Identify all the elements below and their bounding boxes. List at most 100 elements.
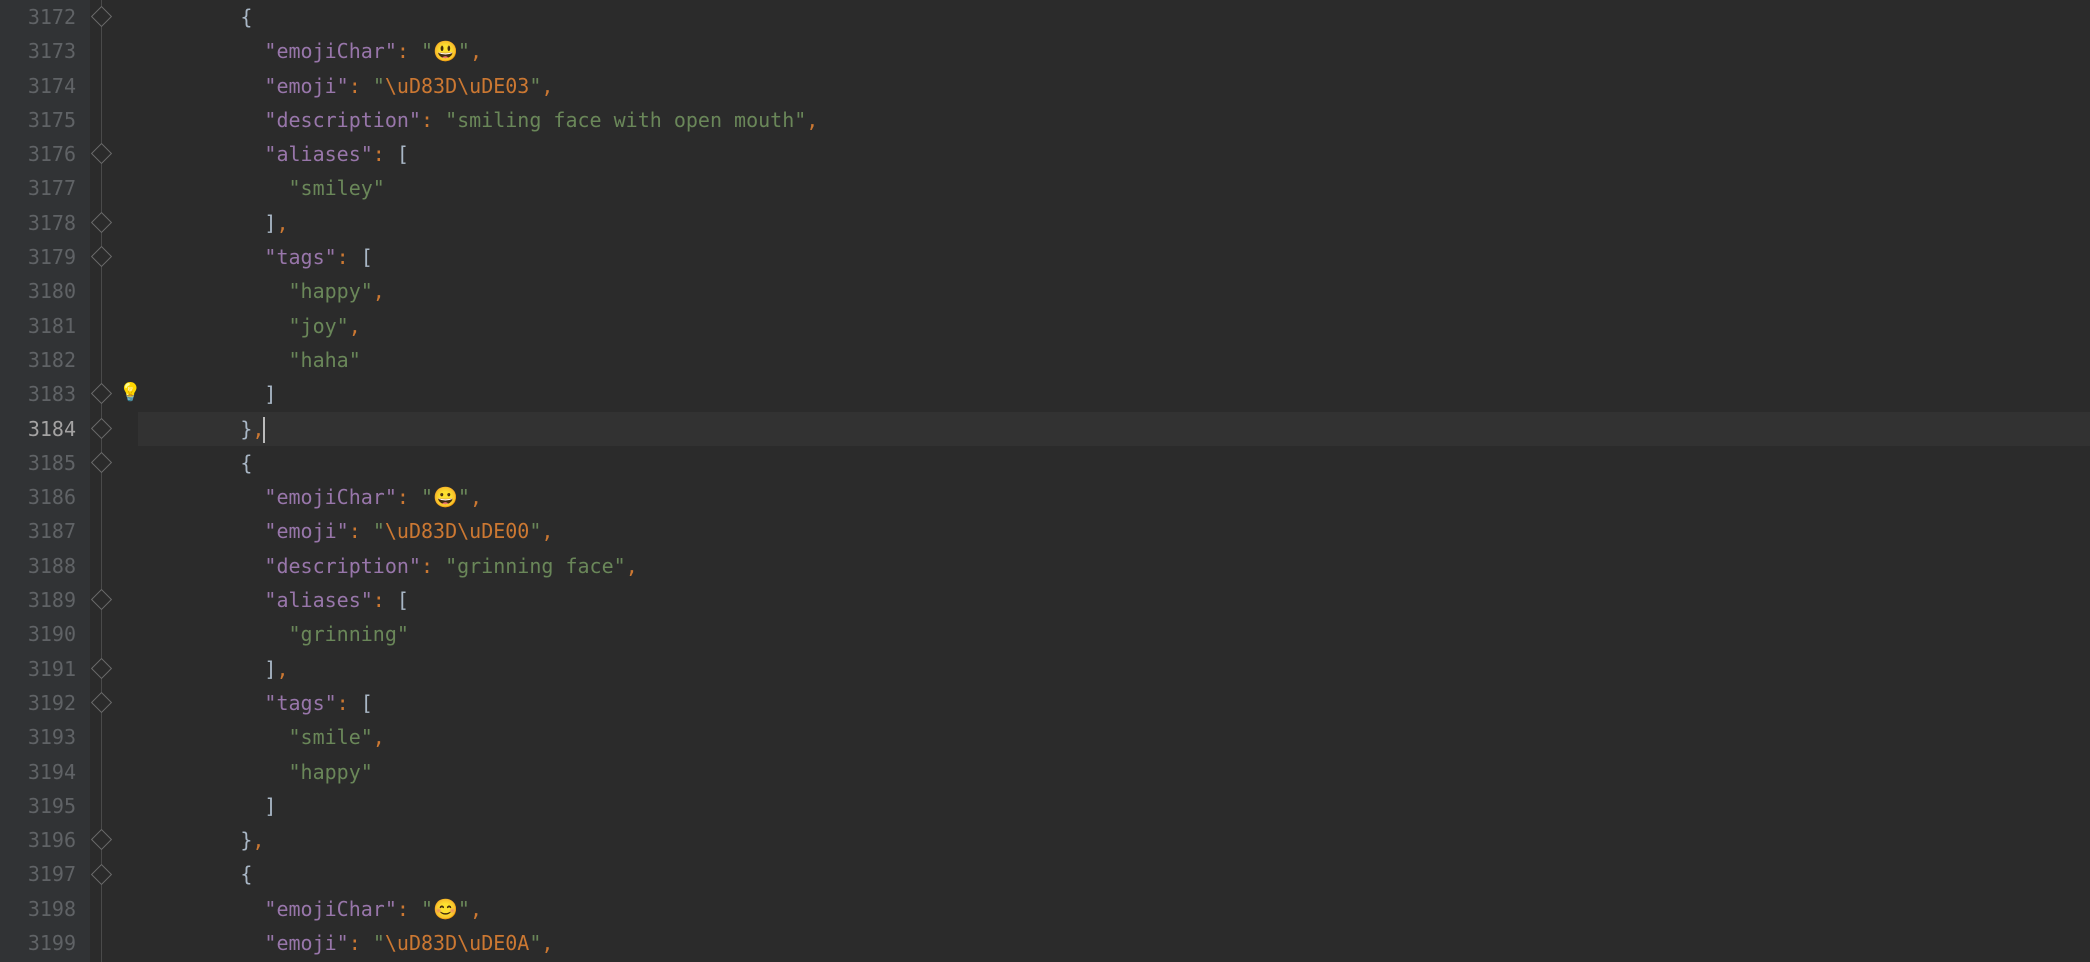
code-line[interactable]: "smiley" [138,171,2090,205]
token-comma: , [541,74,553,98]
fold-toggle-icon[interactable] [91,143,112,164]
token-colon: : [349,74,373,98]
intention-bulb-icon[interactable]: 💡 [119,383,139,403]
line-number: 3187 [0,514,76,548]
code-editor[interactable]: 3172317331743175317631773178317931803181… [0,0,2090,962]
token-comma: , [349,314,361,338]
token-colon: : [373,588,397,612]
token-colon: : [349,931,373,955]
token-brace: } [240,828,252,852]
token-brace: [ [397,142,409,166]
token-colon: : [397,39,421,63]
code-line[interactable]: ] [138,377,2090,411]
line-number: 3195 [0,789,76,823]
token-str: " [373,519,385,543]
token-str: " [373,931,385,955]
token-comma: , [470,485,482,509]
line-number: 3199 [0,926,76,960]
fold-toggle-icon[interactable] [91,658,112,679]
code-line[interactable]: "smile", [138,720,2090,754]
line-number: 3188 [0,549,76,583]
token-colon: : [421,108,445,132]
code-line[interactable]: "happy", [138,274,2090,308]
line-number: 3177 [0,171,76,205]
fold-toggle-icon[interactable] [91,212,112,233]
code-line[interactable]: ] [138,789,2090,823]
code-line[interactable]: "emojiChar": "😊", [138,892,2090,926]
code-line[interactable]: "tags": [ [138,686,2090,720]
fold-toggle-icon[interactable] [91,589,112,610]
fold-toggle-icon[interactable] [91,246,112,267]
line-number: 3175 [0,103,76,137]
token-esc: \uD83D\uDE03 [385,74,530,98]
token-colon: : [337,245,361,269]
fold-toggle-icon[interactable] [91,452,112,473]
fold-toggle-icon[interactable] [91,6,112,27]
code-line[interactable]: ], [138,206,2090,240]
line-number: 3194 [0,755,76,789]
code-line[interactable]: { [138,446,2090,480]
token-str: "haha" [289,348,361,372]
code-line[interactable]: }, [138,412,2090,446]
token-str: " [458,485,470,509]
fold-toggle-icon[interactable] [91,692,112,713]
token-key: "emojiChar" [264,485,396,509]
token-brace: [ [397,588,409,612]
code-area[interactable]: { "emojiChar": "😃", "emoji": "\uD83D\uDE… [138,0,2090,962]
token-str: "smiley" [289,176,385,200]
code-line[interactable]: "description": "smiling face with open m… [138,103,2090,137]
token-brace: ] [264,657,276,681]
token-comma: , [626,554,638,578]
line-number: 3186 [0,480,76,514]
line-number: 3174 [0,69,76,103]
token-str: " [458,39,470,63]
code-line[interactable]: "emoji": "\uD83D\uDE0A", [138,926,2090,960]
code-line[interactable]: "grinning" [138,617,2090,651]
code-line[interactable]: }, [138,823,2090,857]
fold-toggle-icon[interactable] [91,383,112,404]
token-brace: [ [361,245,373,269]
fold-toggle-icon[interactable] [91,863,112,884]
token-comma: , [276,657,288,681]
token-str: " [421,897,433,921]
code-line[interactable]: "emojiChar": "😀", [138,480,2090,514]
code-line[interactable]: "emoji": "\uD83D\uDE00", [138,514,2090,548]
token-key: "description" [264,108,421,132]
code-line[interactable]: { [138,0,2090,34]
code-line[interactable]: "happy" [138,755,2090,789]
token-emoji: 😊 [433,897,458,921]
token-key: "tags" [264,691,336,715]
token-brace: { [240,5,252,29]
token-key: "emoji" [264,931,348,955]
line-number: 3189 [0,583,76,617]
token-str: "happy" [289,279,373,303]
token-str: " [529,931,541,955]
token-key: "emojiChar" [264,897,396,921]
token-str: "smile" [289,725,373,749]
token-brace: ] [264,211,276,235]
token-key: "emojiChar" [264,39,396,63]
code-line[interactable]: "joy", [138,309,2090,343]
code-line[interactable]: "tags": [ [138,240,2090,274]
code-line[interactable]: "aliases": [ [138,583,2090,617]
code-line[interactable]: "aliases": [ [138,137,2090,171]
token-key: "aliases" [264,142,372,166]
code-line[interactable]: "emojiChar": "😃", [138,34,2090,68]
token-key: "emoji" [264,74,348,98]
token-brace: [ [361,691,373,715]
token-str: " [458,897,470,921]
code-line[interactable]: ], [138,652,2090,686]
code-line[interactable]: "description": "grinning face", [138,549,2090,583]
token-brace: } [240,417,252,441]
token-esc: \uD83D\uDE00 [385,519,530,543]
line-number: 3191 [0,652,76,686]
token-colon: : [397,897,421,921]
code-line[interactable]: "haha" [138,343,2090,377]
code-line[interactable]: { [138,857,2090,891]
token-esc: \uD83D\uDE0A [385,931,530,955]
fold-gutter[interactable]: 💡 [90,0,138,962]
code-line[interactable]: "emoji": "\uD83D\uDE03", [138,69,2090,103]
fold-toggle-icon[interactable] [91,829,112,850]
fold-toggle-icon[interactable] [91,417,112,438]
token-str: " [421,485,433,509]
